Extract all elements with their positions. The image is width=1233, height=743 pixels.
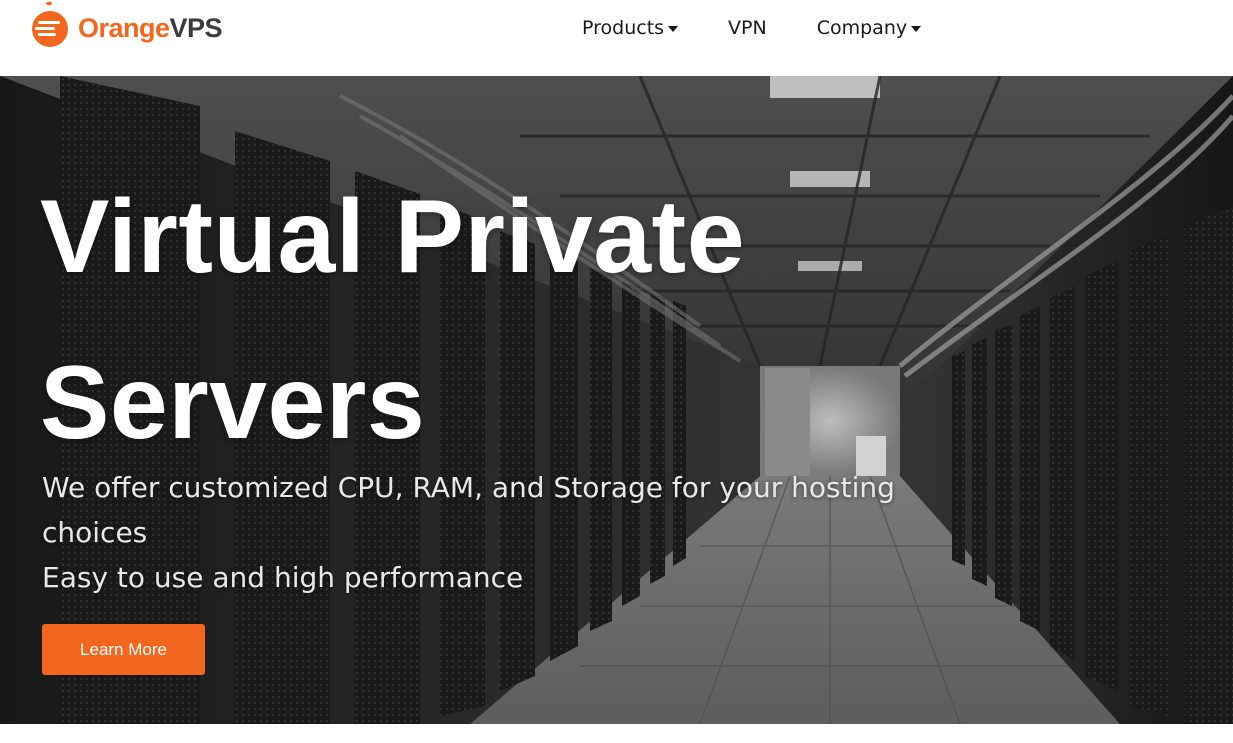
hero-title-line1: Virtual Private — [40, 179, 746, 295]
hero-subtitle-line1: We offer customized CPU, RAM, and Storag… — [42, 471, 895, 549]
site-header: OrangeVPS Products VPN Company — [0, 0, 1233, 76]
caret-down-icon — [668, 26, 679, 32]
nav-item-products[interactable]: Products — [582, 17, 679, 39]
learn-more-button[interactable]: Learn More — [42, 624, 205, 675]
caret-down-icon — [911, 26, 922, 32]
hero-title-line2: Servers — [40, 345, 426, 461]
orange-fruit-icon — [32, 1, 68, 47]
nav-item-label: Company — [816, 17, 908, 39]
brand-name-vps: VPS — [169, 12, 223, 43]
nav-item-vpn[interactable]: VPN — [728, 17, 767, 39]
hero-title: Virtual Private Servers — [40, 154, 745, 486]
page-bottom-strip — [0, 724, 1233, 743]
hero-subtitle-line2: Easy to use and high performance — [42, 561, 524, 594]
hero-subtitle: We offer customized CPU, RAM, and Storag… — [42, 465, 922, 600]
nav-item-label: VPN — [728, 17, 767, 39]
main-nav: Products VPN Company — [582, 0, 922, 56]
brand-name: OrangeVPS — [78, 12, 223, 43]
nav-item-label: Products — [582, 17, 665, 39]
hero-section: Virtual Private Servers We offer customi… — [0, 76, 1233, 724]
brand-logo[interactable]: OrangeVPS — [30, 0, 223, 50]
nav-item-company[interactable]: Company — [816, 17, 922, 39]
brand-name-orange: Orange — [78, 12, 170, 43]
